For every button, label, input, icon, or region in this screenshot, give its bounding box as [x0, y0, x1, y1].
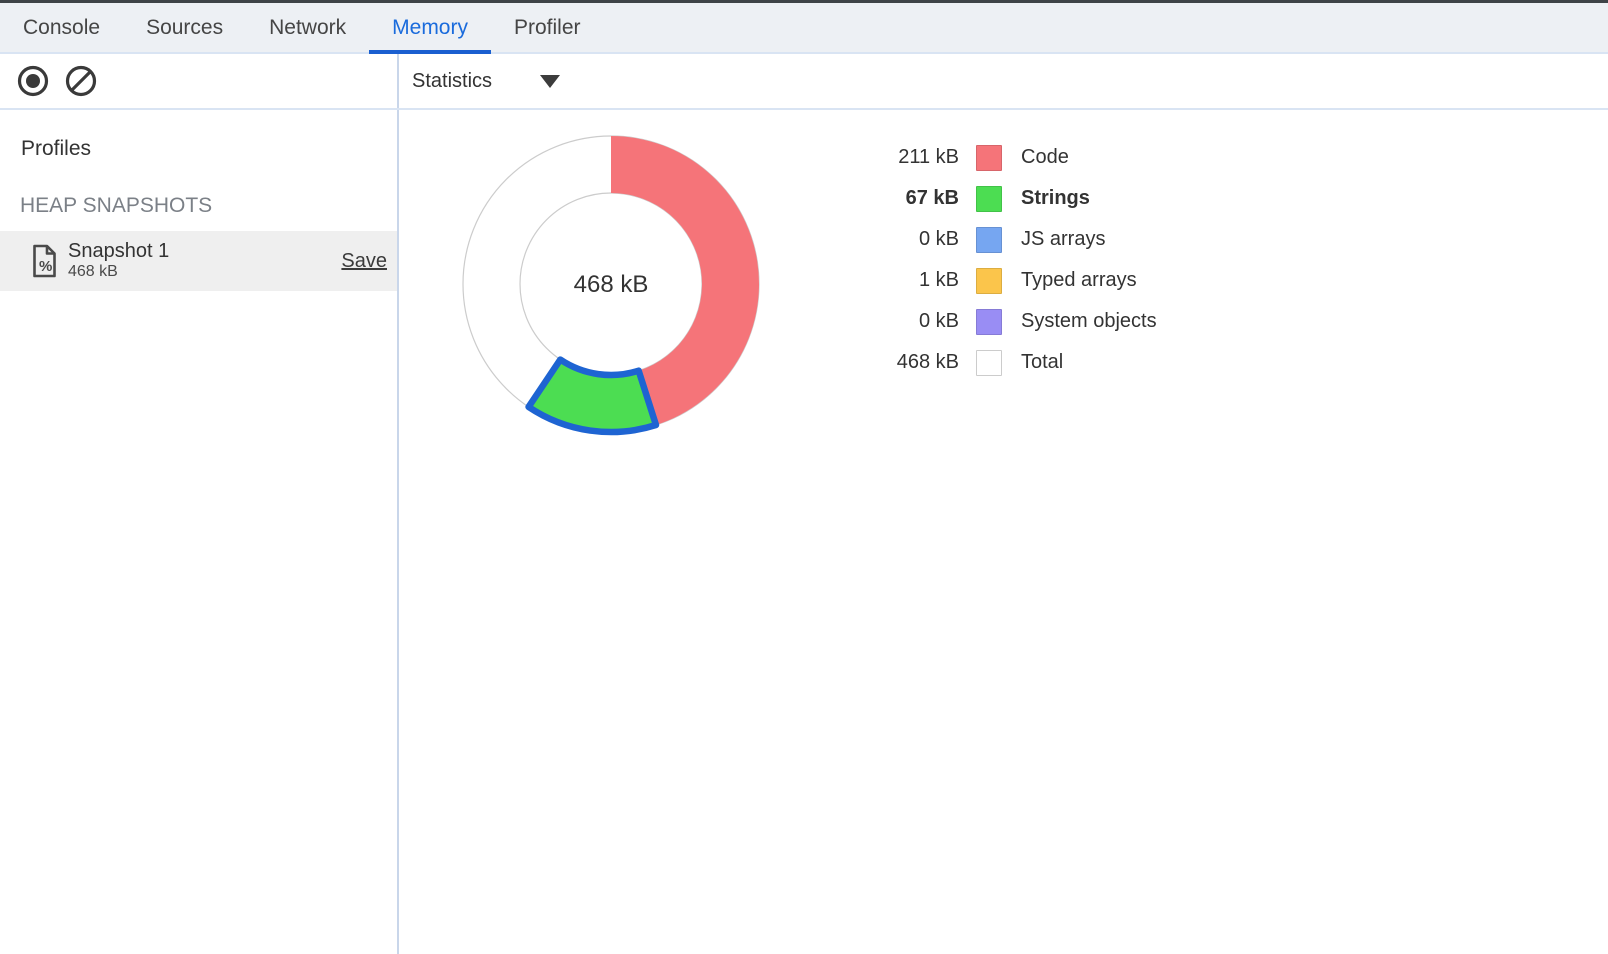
svg-text:%: % [39, 258, 52, 275]
tab-sources[interactable]: Sources [123, 3, 246, 52]
legend-swatch [976, 227, 1002, 253]
tab-memory[interactable]: Memory [369, 3, 491, 52]
clear-button[interactable] [64, 64, 98, 98]
legend-label: Total [1021, 351, 1063, 374]
legend-swatch [976, 186, 1002, 212]
panel-content: Profiles HEAP SNAPSHOTS % Snapshot 1 468… [0, 110, 1608, 954]
legend-label: JS arrays [1021, 228, 1105, 251]
tab-network[interactable]: Network [246, 3, 369, 52]
snapshot-text: Snapshot 1 468 kB [68, 240, 169, 281]
legend-swatch [976, 145, 1002, 171]
legend-value: 1 kB [849, 269, 959, 292]
legend-value: 0 kB [849, 310, 959, 333]
chevron-down-icon [540, 75, 560, 88]
legend-value: 67 kB [849, 187, 959, 210]
perspective-select-value: Statistics [412, 70, 492, 93]
legend-label: Strings [1021, 187, 1090, 210]
legend-swatch [976, 350, 1002, 376]
profiles-toolbar [0, 54, 399, 108]
sidebar-title: Profiles [21, 137, 397, 161]
donut-center-label: 468 kB [574, 271, 649, 298]
tab-console[interactable]: Console [0, 3, 123, 52]
clear-icon [64, 64, 98, 98]
heap-statistics-donut-chart: 468 kB [459, 132, 763, 436]
legend-swatch [976, 309, 1002, 335]
donut-chart-svg: 468 kB [459, 132, 763, 436]
legend-row[interactable]: 468 kB Total [849, 342, 1157, 383]
save-snapshot-link[interactable]: Save [341, 250, 387, 273]
legend-row[interactable]: 211 kB Code [849, 137, 1157, 178]
devtools-window: Console Sources Network Memory Profiler [0, 0, 1608, 954]
legend-row[interactable]: 0 kB JS arrays [849, 219, 1157, 260]
record-icon [16, 64, 50, 98]
profiles-sidebar: Profiles HEAP SNAPSHOTS % Snapshot 1 468… [0, 110, 399, 954]
toolbar: Statistics [0, 54, 1608, 110]
chart-legend: 211 kB Code 67 kB Strings 0 kB JS arrays 1 kB T… [849, 137, 1157, 383]
record-button[interactable] [16, 64, 50, 98]
snapshot-document-icon: % [31, 244, 58, 278]
legend-value: 468 kB [849, 351, 959, 374]
panel-tab-bar: Console Sources Network Memory Profiler [0, 3, 1608, 54]
legend-value: 0 kB [849, 228, 959, 251]
statistics-view: 468 kB 211 kB Code 67 kB Strings 0 kB JS arra… [399, 110, 1608, 954]
legend-swatch [976, 268, 1002, 294]
tab-profiler[interactable]: Profiler [491, 3, 604, 52]
legend-label: Typed arrays [1021, 269, 1137, 292]
donut-slice [529, 360, 656, 432]
legend-value: 211 kB [849, 146, 959, 169]
panel-toolbar: Statistics [399, 54, 560, 108]
legend-row[interactable]: 0 kB System objects [849, 301, 1157, 342]
legend-row[interactable]: 67 kB Strings [849, 178, 1157, 219]
heap-snapshot-item[interactable]: % Snapshot 1 468 kB Save [0, 231, 397, 291]
heap-snapshots-header: HEAP SNAPSHOTS [20, 194, 397, 218]
legend-label: Code [1021, 146, 1069, 169]
snapshot-name: Snapshot 1 [68, 240, 169, 263]
legend-label: System objects [1021, 310, 1157, 333]
snapshot-size: 468 kB [68, 263, 169, 281]
perspective-select[interactable]: Statistics [412, 70, 560, 93]
legend-row[interactable]: 1 kB Typed arrays [849, 260, 1157, 301]
